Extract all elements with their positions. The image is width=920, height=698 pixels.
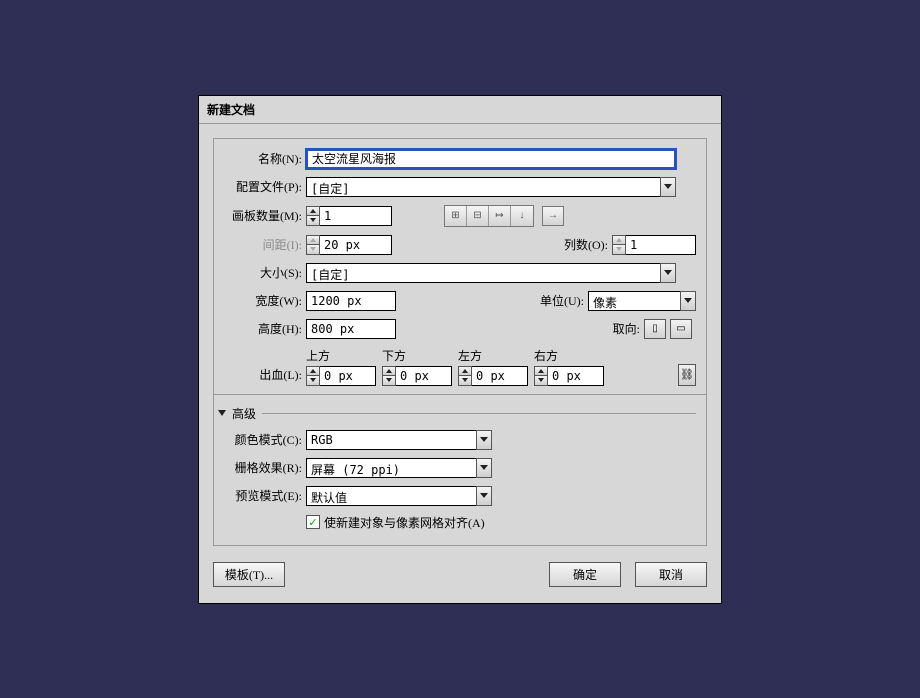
columns-up bbox=[612, 235, 626, 246]
templates-button[interactable]: 模板(T)... bbox=[213, 562, 285, 587]
chevron-down-icon[interactable] bbox=[660, 263, 676, 283]
link-bleed-icon[interactable]: ⛓ bbox=[678, 364, 696, 386]
label-name: 名称(N): bbox=[224, 150, 306, 167]
units-value: 像素 bbox=[588, 291, 680, 311]
bleed-left-spinner[interactable] bbox=[458, 366, 528, 386]
align-grid-label: 使新建对象与像素网格对齐(A) bbox=[324, 514, 485, 531]
label-left: 左方 bbox=[458, 347, 528, 364]
colormode-dropdown[interactable]: RGB bbox=[306, 430, 492, 450]
bleed-bottom-up[interactable] bbox=[382, 366, 396, 377]
separator bbox=[214, 394, 706, 395]
label-size: 大小(S): bbox=[224, 264, 306, 281]
profile-dropdown[interactable]: [自定] bbox=[306, 177, 676, 197]
artboards-spinner[interactable] bbox=[306, 206, 392, 226]
arrange-col-icon[interactable]: ↓ bbox=[511, 206, 533, 226]
width-input[interactable] bbox=[306, 291, 396, 311]
profile-value: [自定] bbox=[306, 177, 660, 197]
chevron-down-icon[interactable] bbox=[680, 291, 696, 311]
spacing-spinner bbox=[306, 235, 392, 255]
chevron-down-icon[interactable] bbox=[476, 430, 492, 450]
name-input[interactable] bbox=[306, 149, 676, 169]
colormode-value: RGB bbox=[306, 430, 476, 450]
label-preview: 预览模式(E): bbox=[224, 487, 306, 504]
preview-dropdown[interactable]: 默认值 bbox=[306, 486, 492, 506]
columns-spinner bbox=[612, 235, 696, 255]
label-bottom: 下方 bbox=[382, 347, 452, 364]
bleed-top-up[interactable] bbox=[306, 366, 320, 377]
dialog-title: 新建文档 bbox=[199, 96, 721, 124]
label-spacing: 间距(I): bbox=[224, 236, 306, 253]
advanced-label: 高级 bbox=[232, 405, 256, 422]
size-value: [自定] bbox=[306, 263, 660, 283]
arrange-grid-row-icon[interactable]: ⊞ bbox=[445, 206, 467, 226]
bleed-bottom[interactable] bbox=[396, 366, 452, 386]
raster-value: 屏幕 (72 ppi) bbox=[306, 458, 476, 478]
label-columns: 列数(O): bbox=[552, 236, 612, 253]
label-width: 宽度(W): bbox=[224, 292, 306, 309]
bleed-bottom-spinner[interactable] bbox=[382, 366, 452, 386]
label-artboards: 画板数量(M): bbox=[224, 207, 306, 224]
arrange-group: ⊞ ⊟ ↦ ↓ bbox=[444, 205, 534, 227]
columns-value bbox=[626, 235, 696, 255]
align-grid-checkbox[interactable]: ✓ bbox=[306, 515, 320, 529]
bleed-left[interactable] bbox=[472, 366, 528, 386]
bleed-right-down[interactable] bbox=[534, 376, 548, 386]
label-orientation: 取向: bbox=[602, 320, 644, 337]
label-units: 单位(U): bbox=[528, 292, 588, 309]
arrange-row-icon[interactable]: ↦ bbox=[489, 206, 511, 226]
columns-down bbox=[612, 245, 626, 255]
orientation-portrait-icon[interactable]: ▯ bbox=[644, 319, 666, 339]
height-input[interactable] bbox=[306, 319, 396, 339]
artboards-up[interactable] bbox=[306, 206, 320, 217]
label-profile: 配置文件(P): bbox=[224, 178, 306, 195]
advanced-toggle[interactable]: 高级 bbox=[218, 405, 696, 422]
preview-value: 默认值 bbox=[306, 486, 476, 506]
arrange-grid-col-icon[interactable]: ⊟ bbox=[467, 206, 489, 226]
bleed-top-down[interactable] bbox=[306, 376, 320, 386]
spacing-down bbox=[306, 245, 320, 255]
bleed-top[interactable] bbox=[320, 366, 376, 386]
bleed-top-spinner[interactable] bbox=[306, 366, 376, 386]
ok-button[interactable]: 确定 bbox=[549, 562, 621, 587]
chevron-down-icon[interactable] bbox=[476, 458, 492, 478]
bleed-right-spinner[interactable] bbox=[534, 366, 604, 386]
artboards-value[interactable] bbox=[320, 206, 392, 226]
bleed-bottom-down[interactable] bbox=[382, 376, 396, 386]
label-top: 上方 bbox=[306, 347, 376, 364]
label-bleed: 出血(L): bbox=[224, 366, 306, 383]
size-dropdown[interactable]: [自定] bbox=[306, 263, 676, 283]
artboards-down[interactable] bbox=[306, 216, 320, 226]
label-colormode: 颜色模式(C): bbox=[224, 431, 306, 448]
spacing-up bbox=[306, 235, 320, 246]
bleed-right-up[interactable] bbox=[534, 366, 548, 377]
bleed-right[interactable] bbox=[548, 366, 604, 386]
chevron-down-icon[interactable] bbox=[660, 177, 676, 197]
label-raster: 栅格效果(R): bbox=[224, 459, 306, 476]
cancel-button[interactable]: 取消 bbox=[635, 562, 707, 587]
new-document-dialog: 新建文档 名称(N): 配置文件(P): [自定] 画板数量(M): bbox=[198, 95, 722, 604]
units-dropdown[interactable]: 像素 bbox=[588, 291, 696, 311]
orientation-landscape-icon[interactable]: ▭ bbox=[670, 319, 692, 339]
arrange-rtl-icon[interactable]: → bbox=[542, 206, 564, 226]
chevron-down-icon[interactable] bbox=[476, 486, 492, 506]
bleed-left-down[interactable] bbox=[458, 376, 472, 386]
spacing-value bbox=[320, 235, 392, 255]
label-height: 高度(H): bbox=[224, 320, 306, 337]
raster-dropdown[interactable]: 屏幕 (72 ppi) bbox=[306, 458, 492, 478]
label-right: 右方 bbox=[534, 347, 604, 364]
main-fieldset: 名称(N): 配置文件(P): [自定] 画板数量(M): bbox=[213, 138, 707, 546]
bleed-left-up[interactable] bbox=[458, 366, 472, 377]
